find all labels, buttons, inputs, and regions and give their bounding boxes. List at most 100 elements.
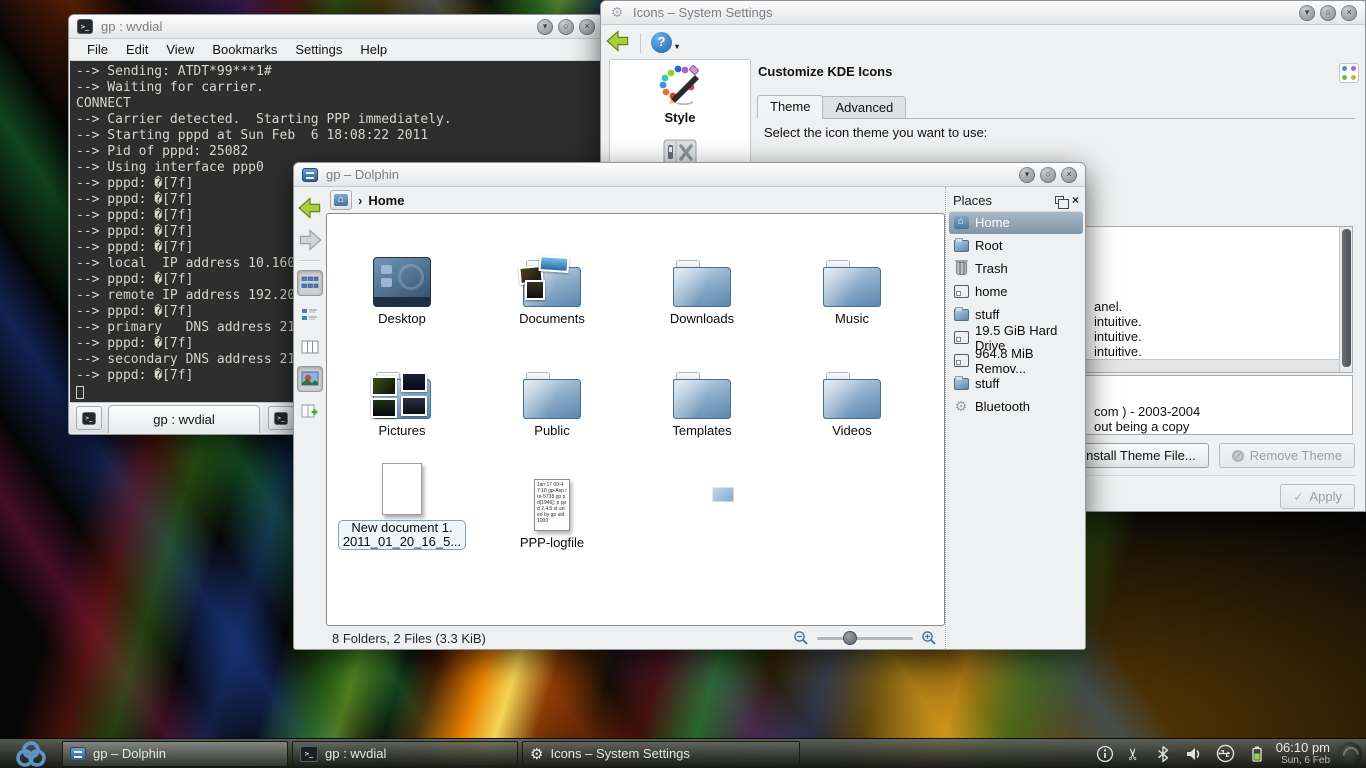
details-view-button[interactable] [297, 302, 323, 328]
theme-buttons-row: Install Theme File... Remove Theme [1053, 443, 1355, 468]
file-grid: Desktop Documents Downloads Music [327, 214, 944, 625]
columns-view-button[interactable] [297, 334, 323, 360]
clock[interactable]: 06:10 pm Sun, 6 Feb [1276, 741, 1336, 767]
minimize-button[interactable]: ▾ [537, 19, 553, 35]
folder-downloads[interactable]: Downloads [627, 222, 777, 334]
menu-settings[interactable]: Settings [286, 40, 351, 59]
place-root[interactable]: Root [949, 234, 1083, 257]
tab-list-button[interactable]: >_ [268, 406, 294, 430]
folder-desktop[interactable]: Desktop [327, 222, 477, 334]
blank-document-icon [382, 463, 422, 515]
back-button[interactable] [606, 30, 630, 55]
close-button[interactable]: × [1341, 5, 1357, 21]
columns-view-icon [301, 338, 319, 356]
new-tab-button[interactable]: >_ [76, 406, 102, 430]
zoom-slider[interactable] [817, 631, 913, 645]
close-panel-icon[interactable]: × [1072, 195, 1079, 205]
remove-theme-button[interactable]: Remove Theme [1219, 443, 1355, 468]
settings-tabs: Theme Advanced [757, 95, 906, 119]
volume-icon[interactable] [1185, 745, 1203, 763]
zoom-slider-thumb[interactable] [843, 631, 857, 645]
maximize-button[interactable]: ○ [1320, 5, 1336, 21]
folder-templates[interactable]: Templates [627, 334, 777, 446]
bluetooth-gear-icon: ⚙ [953, 399, 969, 415]
klipper-scissors-icon[interactable]: ✂ [1124, 747, 1144, 760]
close-button[interactable]: × [1061, 167, 1077, 183]
terminal-tab-label: gp : wvdial [153, 412, 214, 427]
drive-icon [954, 285, 969, 298]
task-terminal[interactable]: >_ gp : wvdial [292, 741, 518, 767]
clock-date: Sun, 6 Feb [1276, 754, 1330, 767]
gear-icon: ⚙ [530, 745, 543, 763]
back-button[interactable] [297, 195, 323, 221]
breadcrumb-root-button[interactable]: ⌂ [330, 190, 352, 210]
place-bluetooth[interactable]: ⚙ Bluetooth [949, 395, 1083, 418]
menu-bookmarks[interactable]: Bookmarks [203, 40, 286, 59]
terminal-app-icon: >_ [77, 19, 93, 34]
apply-check-icon: ✓ [1293, 490, 1303, 504]
overview-grid-icon[interactable] [1339, 63, 1359, 83]
dolphin-app-icon [302, 167, 318, 183]
icons-view-button[interactable] [297, 270, 323, 296]
file-new-document-selected[interactable]: New document 1. 2011_01_20_16_5... [327, 446, 477, 558]
place-home[interactable]: ⌂ Home [949, 211, 1083, 234]
panel-cashew-button[interactable] [1338, 742, 1362, 766]
launcher-logo-icon [8, 740, 54, 768]
sidebar-item-style[interactable]: Style [610, 60, 750, 125]
folder-documents[interactable]: Documents [477, 222, 627, 334]
task-system-settings[interactable]: ⚙ Icons – System Settings [522, 741, 800, 767]
settings-toolbar: ?▾ [602, 26, 1364, 59]
split-view-button[interactable] [297, 398, 323, 424]
help-button[interactable]: ?▾ [651, 32, 672, 53]
places-panel: Places × ⌂ Home Root Trash home [945, 187, 1085, 649]
app-launcher-button[interactable] [0, 739, 62, 768]
apply-button[interactable]: ✓ Apply [1280, 484, 1355, 509]
terminal-titlebar[interactable]: >_ gp : wvdial ▾ ○ × [69, 15, 603, 39]
float-panel-icon[interactable] [1055, 196, 1064, 204]
minimize-button[interactable]: ▾ [1019, 167, 1035, 183]
maximize-button[interactable]: ○ [558, 19, 574, 35]
icons-view-icon [301, 274, 319, 292]
folder-public[interactable]: Public [477, 334, 627, 446]
maximize-button[interactable]: ○ [1040, 167, 1056, 183]
battery-icon[interactable] [1248, 745, 1266, 763]
menu-edit[interactable]: Edit [117, 40, 157, 59]
folder-pictures[interactable]: Pictures [327, 334, 477, 446]
terminal-tab[interactable]: gp : wvdial [108, 405, 260, 433]
vertical-scrollbar[interactable] [1339, 227, 1352, 372]
tab-advanced[interactable]: Advanced [823, 96, 906, 119]
scrollbar-thumb[interactable] [1342, 229, 1351, 367]
place-removable-drive[interactable]: 964.8 MiB Remov... [949, 349, 1083, 372]
close-button[interactable]: × [579, 19, 595, 35]
bluetooth-icon[interactable] [1154, 745, 1172, 763]
terminal-icon: >_ [274, 412, 288, 425]
preview-icon [301, 370, 319, 388]
desktop-folder-icon [373, 257, 431, 307]
menu-help[interactable]: Help [351, 40, 396, 59]
notifications-info-icon[interactable] [1096, 745, 1114, 763]
place-home-partition[interactable]: home [949, 280, 1083, 303]
task-dolphin[interactable]: gp – Dolphin [62, 741, 288, 767]
zoom-out-icon[interactable] [793, 630, 809, 646]
tab-theme[interactable]: Theme [757, 95, 823, 119]
dolphin-titlebar[interactable]: gp – Dolphin ▾ ○ × [294, 163, 1085, 187]
folder-icon [673, 372, 731, 419]
dolphin-file-view[interactable]: Desktop Documents Downloads Music [326, 213, 945, 626]
drive-icon [954, 331, 969, 344]
preview-button[interactable] [297, 366, 323, 392]
breadcrumb-home[interactable]: Home [368, 193, 404, 208]
forward-button[interactable] [297, 227, 323, 253]
menu-view[interactable]: View [157, 40, 203, 59]
minimize-button[interactable]: ▾ [1299, 5, 1315, 21]
folder-videos[interactable]: Videos [777, 334, 927, 446]
places-header[interactable]: Places × [949, 189, 1083, 211]
usb-device-icon[interactable] [1216, 744, 1235, 763]
sidebar-style-label: Style [610, 110, 750, 125]
settings-titlebar[interactable]: ⚙ Icons – System Settings ▾ ○ × [601, 1, 1365, 25]
file-ppp-logfile[interactable]: Jan 17 09:4 7:18 gp-Asp ire-5738 pp pd[1… [477, 446, 627, 558]
toolbar-separator [640, 33, 641, 53]
folder-music[interactable]: Music [777, 222, 927, 334]
place-trash[interactable]: Trash [949, 257, 1083, 280]
zoom-in-icon[interactable] [921, 630, 937, 646]
menu-file[interactable]: File [78, 40, 117, 59]
